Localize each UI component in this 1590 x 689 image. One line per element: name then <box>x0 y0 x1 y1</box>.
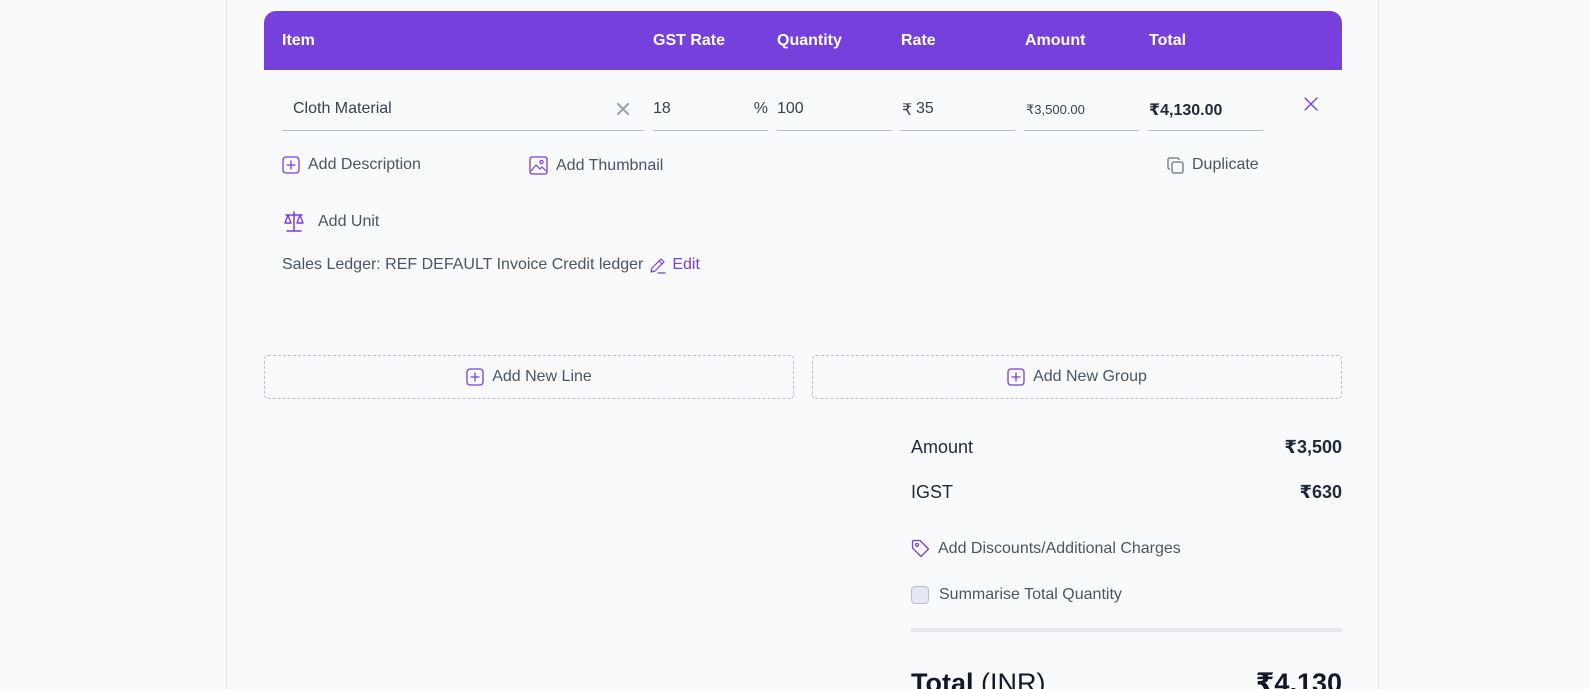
rate-value: 35 <box>916 100 934 117</box>
scale-icon <box>284 211 304 232</box>
rate-prefix: ₹ <box>902 102 913 119</box>
add-discounts-label: Add Discounts/Additional Charges <box>938 539 1181 557</box>
add-description-label: Add Description <box>308 156 421 173</box>
item-field[interactable]: Cloth Material <box>282 92 644 131</box>
add-unit-label: Add Unit <box>318 213 380 230</box>
amount-value: ₹3,500.00 <box>1026 102 1085 117</box>
summary-divider <box>911 628 1342 632</box>
header-gst-rate: GST Rate <box>653 32 726 49</box>
add-thumbnail-label: Add Thumbnail <box>556 156 664 174</box>
items-table-header: Item GST Rate Quantity Rate Amount Total <box>264 11 1342 70</box>
summarise-label: Summarise Total Quantity <box>939 586 1122 603</box>
add-thumbnail-button[interactable]: Add Thumbnail <box>529 156 663 175</box>
summarise-quantity-row[interactable]: Summarise Total Quantity <box>911 586 1122 604</box>
add-new-line-button[interactable]: Add New Line <box>264 355 794 399</box>
add-new-line-label: Add New Line <box>492 368 592 385</box>
add-unit-button[interactable]: Add Unit <box>282 210 379 234</box>
image-icon <box>529 156 548 175</box>
remove-line-icon[interactable] <box>1304 97 1318 116</box>
plus-square-icon <box>282 156 300 174</box>
header-item: Item <box>282 32 315 49</box>
total-value: ₹4,130.00 <box>1149 102 1223 119</box>
sales-ledger-row: Sales Ledger: REF DEFAULT Invoice Credit… <box>282 256 700 274</box>
plus-square-icon <box>466 368 484 386</box>
rate-field[interactable]: ₹ 35 <box>900 92 1015 131</box>
sales-ledger-text: Sales Ledger: REF DEFAULT Invoice Credit… <box>282 256 644 273</box>
header-rate: Rate <box>901 32 936 49</box>
summary-amount-label: Amount <box>911 437 974 457</box>
total-field: ₹4,130.00 <box>1148 92 1263 131</box>
quantity-field[interactable]: 100 <box>777 92 892 131</box>
plus-square-icon <box>1007 368 1025 386</box>
edit-label: Edit <box>672 256 700 273</box>
summary-igst-value: ₹630 <box>1299 482 1342 502</box>
header-amount: Amount <box>1025 32 1086 49</box>
header-total: Total <box>1149 32 1187 49</box>
add-new-group-button[interactable]: Add New Group <box>812 355 1342 399</box>
add-discounts-button[interactable]: Add Discounts/Additional Charges <box>911 539 1181 558</box>
grand-total-label: Total <box>911 668 974 689</box>
item-value: Cloth Material <box>293 100 392 117</box>
edit-ledger-button[interactable]: Edit <box>649 256 700 274</box>
add-new-group-label: Add New Group <box>1033 368 1147 385</box>
summary-igst-label: IGST <box>911 482 954 502</box>
add-description-button[interactable]: Add Description <box>282 156 421 174</box>
clear-icon[interactable] <box>616 102 630 121</box>
header-quantity: Quantity <box>777 32 842 49</box>
gst-rate-field[interactable]: 18 % <box>653 92 768 131</box>
duplicate-label: Duplicate <box>1192 156 1259 173</box>
tag-icon <box>911 539 930 558</box>
copy-icon <box>1167 156 1184 174</box>
quantity-value: 100 <box>777 100 804 117</box>
summarise-checkbox[interactable] <box>911 586 929 604</box>
duplicate-button[interactable]: Duplicate <box>1167 156 1259 174</box>
grand-total-currency: (INR) <box>981 668 1046 689</box>
summary-amount-value: ₹3,500 <box>1284 437 1342 457</box>
grand-total-label-group: Total (INR) <box>911 668 1046 689</box>
pencil-icon <box>650 257 666 274</box>
gst-percent-suffix: % <box>753 100 768 117</box>
gst-rate-value: 18 <box>653 100 671 117</box>
grand-total-value: ₹4,130 <box>1255 668 1342 689</box>
amount-field: ₹3,500.00 <box>1024 92 1139 131</box>
